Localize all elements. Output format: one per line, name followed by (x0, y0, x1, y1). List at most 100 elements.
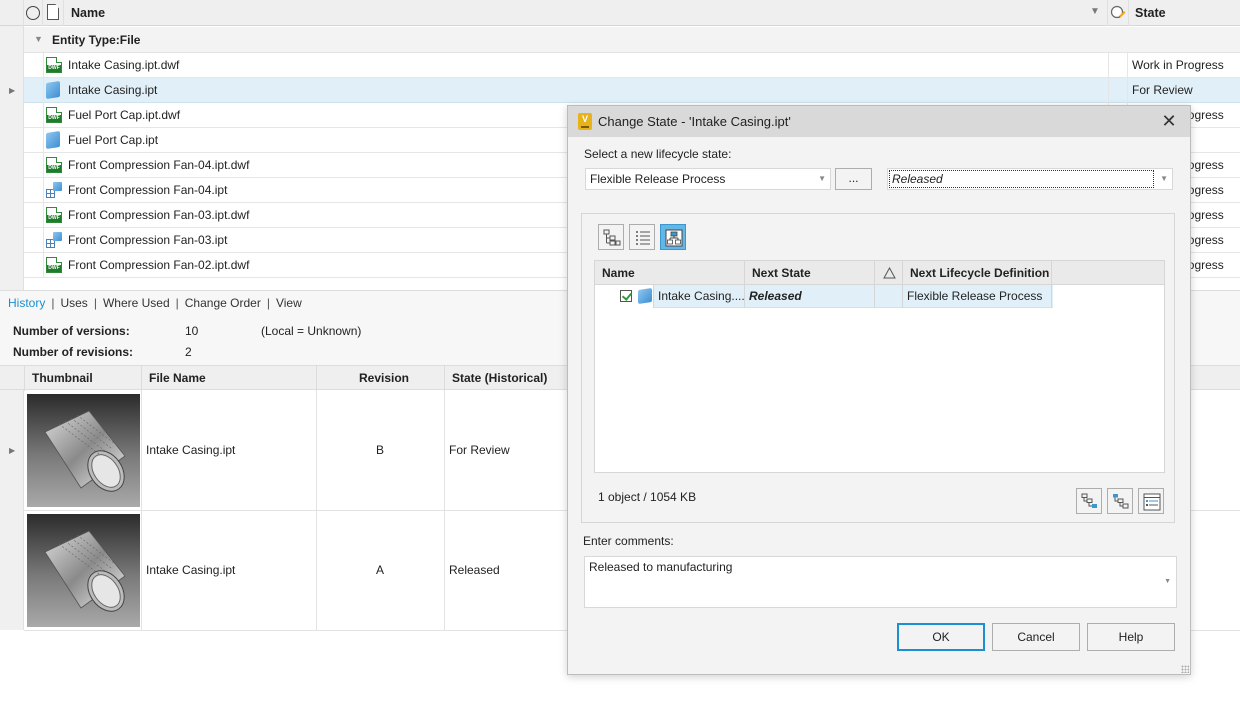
browse-button[interactable]: ... (835, 168, 872, 190)
history-file-name: Intake Casing.ipt (146, 443, 236, 457)
row-cell (24, 178, 44, 203)
history-state: Released (449, 563, 500, 577)
column-divider (744, 261, 745, 285)
column-divider (874, 261, 875, 285)
tab-uses[interactable]: Uses (60, 296, 87, 310)
comments-label: Enter comments: (583, 534, 674, 548)
sort-dropdown-icon[interactable]: ▼ (1090, 6, 1100, 17)
versions-value: 10 (185, 324, 199, 338)
comments-value: Released to manufacturing (589, 560, 733, 574)
row-cell (24, 128, 44, 153)
column-header-thumbnail[interactable]: Thumbnail (32, 371, 93, 385)
object-next-state: Released (749, 289, 802, 303)
column-divider (1051, 261, 1052, 285)
iproperties-part-icon (46, 232, 62, 248)
row-cell (24, 103, 44, 128)
file-name: Front Compression Fan-04.ipt.dwf (68, 158, 250, 172)
tree-view-icon (603, 229, 621, 246)
dwf-file-icon: DWF (46, 207, 62, 223)
tab-separator: | (93, 296, 97, 310)
hierarchy-view-button[interactable] (660, 224, 686, 250)
column-header-name[interactable]: Name (602, 266, 635, 280)
column-divider (874, 285, 875, 308)
dwf-file-icon: DWF (46, 157, 62, 173)
lifecycle-definition-select[interactable]: Flexible Release Process ▼ (585, 168, 831, 190)
list-view-icon (636, 231, 650, 245)
history-file-name: Intake Casing.ipt (146, 563, 236, 577)
state-column-icon[interactable] (1110, 5, 1126, 21)
chevron-down-icon: ▼ (818, 174, 826, 183)
column-divider (316, 366, 317, 391)
column-divider (444, 391, 445, 511)
close-button[interactable]: ✕ (1158, 110, 1180, 132)
collapse-icon[interactable]: ▼ (34, 34, 43, 44)
column-header-next-state[interactable]: Next State (752, 266, 811, 280)
column-divider (1127, 53, 1128, 78)
dialog-title: Change State - 'Intake Casing.ipt' (598, 114, 791, 129)
warning-column-icon[interactable] (883, 267, 896, 279)
thumbnail-image (27, 394, 140, 507)
column-divider (63, 0, 64, 26)
column-header-state[interactable]: State (1135, 6, 1166, 20)
tab-where-used[interactable]: Where Used (103, 296, 170, 310)
column-header-file-name[interactable]: File Name (149, 371, 206, 385)
history-state: For Review (449, 443, 510, 457)
list-view-button[interactable] (629, 224, 655, 250)
include-parents-button[interactable] (1107, 488, 1133, 514)
objects-grid-header: Name Next State Next Lifecycle Definitio… (595, 261, 1164, 285)
vault-logo-icon: V (578, 113, 592, 130)
row-cell (24, 53, 44, 78)
column-divider (316, 511, 317, 631)
file-row[interactable]: Intake Casing.ipt For Review (24, 78, 1240, 103)
column-header-name[interactable]: Name (71, 6, 105, 20)
column-divider (1108, 78, 1109, 103)
dialog-title-bar[interactable]: V Change State - 'Intake Casing.ipt' ✕ (568, 106, 1190, 137)
row-cell (24, 228, 44, 253)
dwf-file-icon: DWF (46, 57, 62, 73)
current-row-indicator: ▶ (9, 86, 16, 95)
cancel-button[interactable]: Cancel (992, 623, 1080, 651)
iproperties-part-icon (46, 182, 62, 198)
objects-panel: Name Next State Next Lifecycle Definitio… (581, 213, 1175, 523)
object-row[interactable]: Intake Casing.... Released Flexible Rele… (595, 285, 1164, 308)
revisions-value: 2 (185, 345, 192, 359)
column-header-revision[interactable]: Revision (359, 371, 409, 385)
status-column-icon[interactable] (26, 6, 40, 20)
file-grid-header: Name ▼ State (0, 0, 1240, 26)
column-divider (1128, 0, 1129, 26)
include-children-icon (1081, 493, 1097, 508)
column-divider (744, 285, 745, 308)
column-divider (902, 261, 903, 285)
include-children-button[interactable] (1076, 488, 1102, 514)
thumbnail-image (27, 514, 140, 627)
row-cell (24, 253, 44, 278)
file-row[interactable]: DWF Intake Casing.ipt.dwf Work in Progress (24, 53, 1240, 78)
column-header-next-lifecycle[interactable]: Next Lifecycle Definition (910, 266, 1049, 280)
part-file-icon (46, 131, 60, 149)
help-button[interactable]: Help (1087, 623, 1175, 651)
object-include-checkbox[interactable] (620, 290, 632, 302)
lifecycle-definition-value: Flexible Release Process (590, 172, 726, 186)
current-row-indicator: ▶ (9, 446, 16, 455)
settings-list-button[interactable] (1138, 488, 1164, 514)
column-divider (1051, 285, 1052, 308)
ok-button[interactable]: OK (897, 623, 985, 651)
lifecycle-state-select[interactable]: Released ▼ (887, 168, 1173, 190)
comments-input[interactable]: Released to manufacturing ▼ (584, 556, 1177, 608)
settings-list-icon (1143, 493, 1161, 511)
column-header-state-historical[interactable]: State (Historical) (452, 371, 547, 385)
group-row-entity-type[interactable]: ▼ Entity Type:File (24, 27, 1240, 53)
tree-view-button[interactable] (598, 224, 624, 250)
revisions-label: Number of revisions: (13, 345, 134, 359)
resize-grip[interactable] (1181, 665, 1189, 673)
file-name: Front Compression Fan-02.ipt.dwf (68, 258, 250, 272)
file-name: Intake Casing.ipt (68, 83, 158, 97)
chevron-down-icon[interactable]: ▼ (1164, 578, 1171, 585)
tab-change-order[interactable]: Change Order (185, 296, 261, 310)
tab-history[interactable]: History (8, 296, 45, 310)
header-gutter (0, 0, 24, 26)
column-divider (444, 366, 445, 391)
tab-view[interactable]: View (276, 296, 302, 310)
document-column-icon[interactable] (47, 4, 59, 20)
file-name: Fuel Port Cap.ipt.dwf (68, 108, 181, 122)
